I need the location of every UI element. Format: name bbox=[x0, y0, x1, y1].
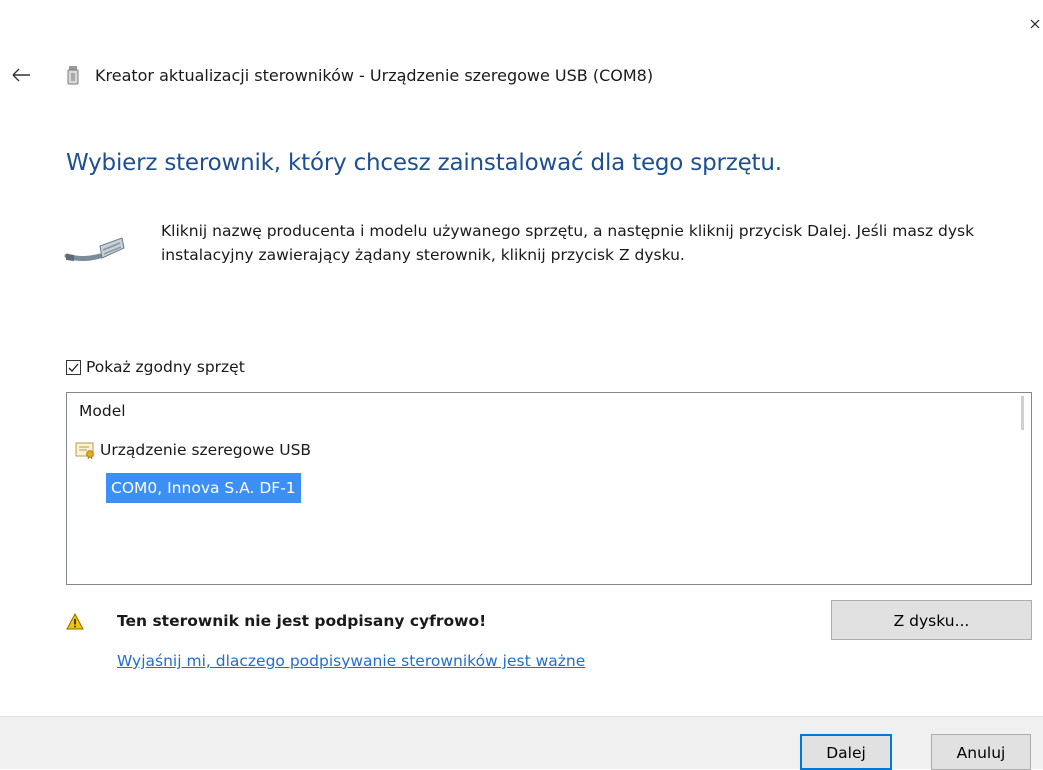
page-heading: Wybierz sterownik, który chcesz zainstal… bbox=[66, 150, 782, 176]
manufacturer-label: Urządzenie szeregowe USB bbox=[100, 441, 312, 459]
warning-icon bbox=[66, 612, 84, 631]
have-disk-button[interactable]: Z dysku... bbox=[831, 600, 1032, 640]
scrollbar-thumb[interactable] bbox=[1021, 396, 1024, 430]
back-button[interactable] bbox=[10, 62, 36, 88]
back-arrow-icon bbox=[12, 68, 30, 82]
next-button[interactable]: Dalej bbox=[800, 734, 892, 770]
certificate-icon bbox=[75, 442, 94, 459]
show-compatible-checkbox[interactable] bbox=[66, 359, 81, 375]
model-column-header: Model bbox=[79, 402, 126, 420]
serial-cable-icon bbox=[64, 232, 126, 272]
usb-device-icon bbox=[66, 65, 80, 87]
list-item[interactable]: COM0, Innova S.A. DF-1 bbox=[106, 473, 301, 503]
instructions-text: Kliknij nazwę producenta i modelu używan… bbox=[161, 222, 975, 264]
cancel-button[interactable]: Anuluj bbox=[931, 734, 1031, 770]
driver-signing-info-link[interactable]: Wyjaśnij mi, dlaczego podpisywanie stero… bbox=[117, 652, 585, 670]
wizard-footer: Dalej Anuluj bbox=[0, 716, 1043, 770]
close-button[interactable] bbox=[1018, 12, 1043, 38]
show-compatible-label: Pokaż zgodny sprzęt bbox=[86, 358, 245, 376]
show-compatible-checkbox-row[interactable]: Pokaż zgodny sprzęt bbox=[66, 357, 245, 377]
model-listbox[interactable]: Model Urządzenie szeregowe USB COM0, Inn… bbox=[66, 392, 1032, 585]
close-icon bbox=[1030, 19, 1040, 29]
scrollbar[interactable] bbox=[1015, 393, 1031, 433]
wizard-title: Kreator aktualizacji sterowników - Urząd… bbox=[95, 66, 654, 85]
unsigned-driver-warning: Ten sterownik nie jest podpisany cyfrowo… bbox=[117, 612, 487, 630]
checkmark-icon bbox=[68, 363, 79, 372]
manufacturer-item[interactable]: Urządzenie szeregowe USB bbox=[75, 439, 311, 461]
